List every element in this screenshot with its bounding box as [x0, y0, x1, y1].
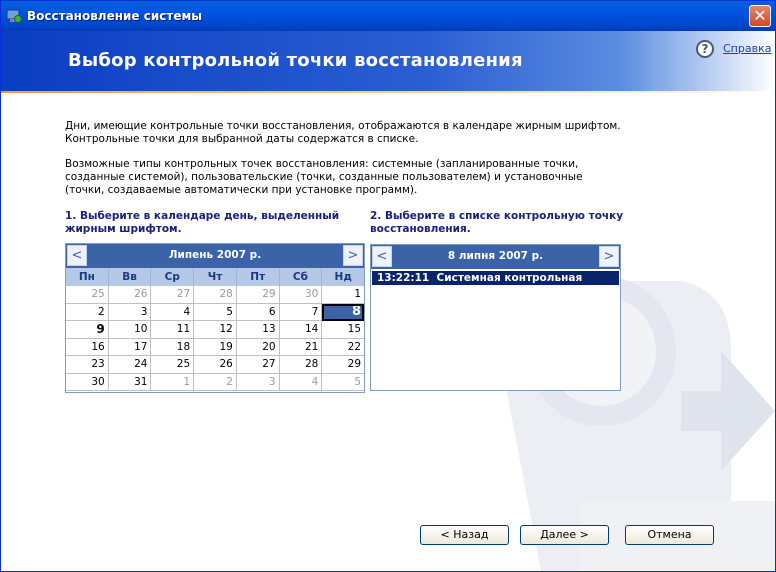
calendar-day[interactable]: 5 — [194, 303, 237, 321]
calendar-day[interactable]: 28 — [194, 286, 237, 304]
calendar-prev-button[interactable]: < — [67, 245, 87, 266]
calendar-day[interactable]: 29 — [236, 286, 280, 304]
calendar-week-row: 30 31 1 2 3 4 5 — [66, 373, 365, 391]
step1-instruction: 1. Выберите в календаре день, выделенный… — [65, 210, 340, 235]
restore-point-list[interactable]: < 8 липня 2007 р. > 13:22:11 Системная к… — [370, 244, 621, 391]
weekday-label: Чт — [194, 268, 237, 286]
calendar-day[interactable]: 24 — [108, 356, 152, 374]
calendar-day[interactable]: 31 — [108, 373, 152, 391]
calendar-day[interactable]: 26 — [194, 356, 237, 374]
list-date-header: < 8 липня 2007 р. > — [371, 245, 620, 269]
intro-types-text: Возможные типы контрольных точек восстан… — [65, 158, 583, 196]
calendar-day[interactable]: 13 — [236, 321, 280, 339]
page-title: Выбор контрольной точки восстановления — [68, 50, 523, 71]
close-icon: ✕ — [753, 6, 767, 25]
cancel-button[interactable]: Отмена — [625, 525, 714, 545]
system-restore-icon — [6, 9, 22, 23]
calendar-day[interactable]: 30 — [279, 286, 323, 304]
title-bar[interactable]: Восстановление системы ✕ — [1, 1, 775, 31]
back-button[interactable]: < Назад — [420, 525, 509, 545]
restore-calendar[interactable]: < Липень 2007 р. > Пн Вв Ср Чт Пт Сб Нд 25 26 27… — [65, 243, 365, 393]
calendar-day[interactable]: 10 — [108, 321, 152, 339]
weekday-label: Нд — [334, 271, 352, 283]
calendar-day-selected[interactable]: 8 — [322, 303, 365, 321]
calendar-day[interactable]: 29 — [322, 356, 365, 374]
page-header: Выбор контрольной точки восстановления ?… — [1, 31, 775, 91]
calendar-day[interactable]: 3 — [108, 303, 152, 321]
calendar-day[interactable]: 22 — [322, 339, 365, 356]
calendar-day[interactable]: 21 — [279, 338, 323, 356]
calendar-day[interactable]: 1 — [151, 373, 195, 391]
calendar-next-button[interactable]: > — [343, 245, 363, 266]
calendar-week-row: 25 26 27 28 29 30 1 — [66, 286, 365, 304]
calendar-day[interactable]: 12 — [194, 321, 237, 339]
list-date-label: 8 липня 2007 р. — [447, 250, 544, 262]
calendar-day[interactable]: 6 — [236, 303, 280, 321]
weekday-label: Сб — [280, 268, 323, 286]
calendar-day[interactable]: 15 — [322, 321, 365, 339]
calendar-day[interactable]: 11 — [151, 321, 195, 339]
weekday-label: Вв — [109, 268, 152, 286]
calendar-day[interactable]: 30 — [66, 373, 109, 391]
calendar-day[interactable]: 27 — [151, 286, 195, 304]
header-divider — [1, 91, 775, 93]
calendar-day[interactable]: 27 — [236, 356, 280, 374]
list-prev-day-button[interactable]: < — [372, 246, 392, 267]
weekday-label: Пт — [237, 268, 280, 286]
window-title: Восстановление системы — [27, 9, 203, 23]
restore-point-time: 13:22:11 — [377, 272, 430, 284]
calendar-day[interactable]: 17 — [108, 338, 152, 356]
calendar-day[interactable]: 20 — [236, 338, 280, 356]
system-restore-window: Восстановление системы ✕ Выбор контрольн… — [0, 0, 776, 572]
close-button[interactable]: ✕ — [749, 5, 771, 27]
calendar-day[interactable]: 3 — [236, 373, 280, 391]
intro-bold-days-text: Дни, имеющие контрольные точки восстанов… — [65, 120, 621, 145]
calendar-day[interactable]: 25 — [151, 356, 195, 374]
calendar-day[interactable]: 28 — [279, 356, 323, 374]
calendar-day[interactable]: 1 — [322, 286, 365, 304]
calendar-day[interactable]: 2 — [194, 373, 237, 391]
step2-instruction: 2. Выберите в списке контрольную точку в… — [370, 210, 624, 235]
list-next-day-button[interactable]: > — [599, 246, 619, 267]
calendar-header: < Липень 2007 р. > — [66, 244, 364, 268]
calendar-week-row: 16 17 18 19 20 21 22 — [66, 338, 365, 356]
next-button[interactable]: Далее > — [520, 525, 609, 545]
calendar-day[interactable]: 14 — [279, 321, 323, 339]
weekday-label: Ср — [151, 268, 195, 286]
calendar-month-label: Липень 2007 р. — [168, 249, 262, 261]
restore-point-item[interactable]: 13:22:11 Системная контрольная точка — [372, 271, 619, 298]
calendar-day[interactable]: 4 — [151, 303, 195, 321]
calendar-day[interactable]: 5 — [322, 374, 365, 391]
weekday-label: Пн — [66, 268, 109, 286]
calendar-day[interactable]: 7 — [279, 303, 323, 321]
calendar-day[interactable]: 2 — [66, 303, 109, 321]
calendar-week-row: 2345678 — [66, 303, 365, 321]
calendar-day[interactable]: 16 — [66, 338, 109, 356]
calendar-week-row: 9 10 11 12 13 14 15 — [66, 321, 365, 339]
calendar-day[interactable]: 19 — [194, 338, 237, 356]
calendar-week-row: 23 24 25 26 27 28 29 — [66, 356, 365, 374]
help-link[interactable]: Справка — [723, 42, 771, 55]
calendar-day-grid: 25 26 27 28 29 30 1 2 3 4 5 6 7 8 9 10 11 12 13 14 15 16 17 18 1… — [66, 286, 365, 391]
calendar-day[interactable]: 25 — [66, 286, 109, 304]
calendar-day[interactable]: 4 — [279, 373, 323, 391]
weekday-header-row: Пн Вв Ср Чт Пт Сб Нд — [66, 268, 364, 286]
calendar-day[interactable]: 9 — [66, 321, 109, 339]
calendar-day[interactable]: 18 — [151, 338, 195, 356]
calendar-day[interactable]: 26 — [108, 286, 152, 304]
help-icon[interactable]: ? — [696, 40, 714, 58]
calendar-day[interactable]: 23 — [66, 356, 109, 374]
